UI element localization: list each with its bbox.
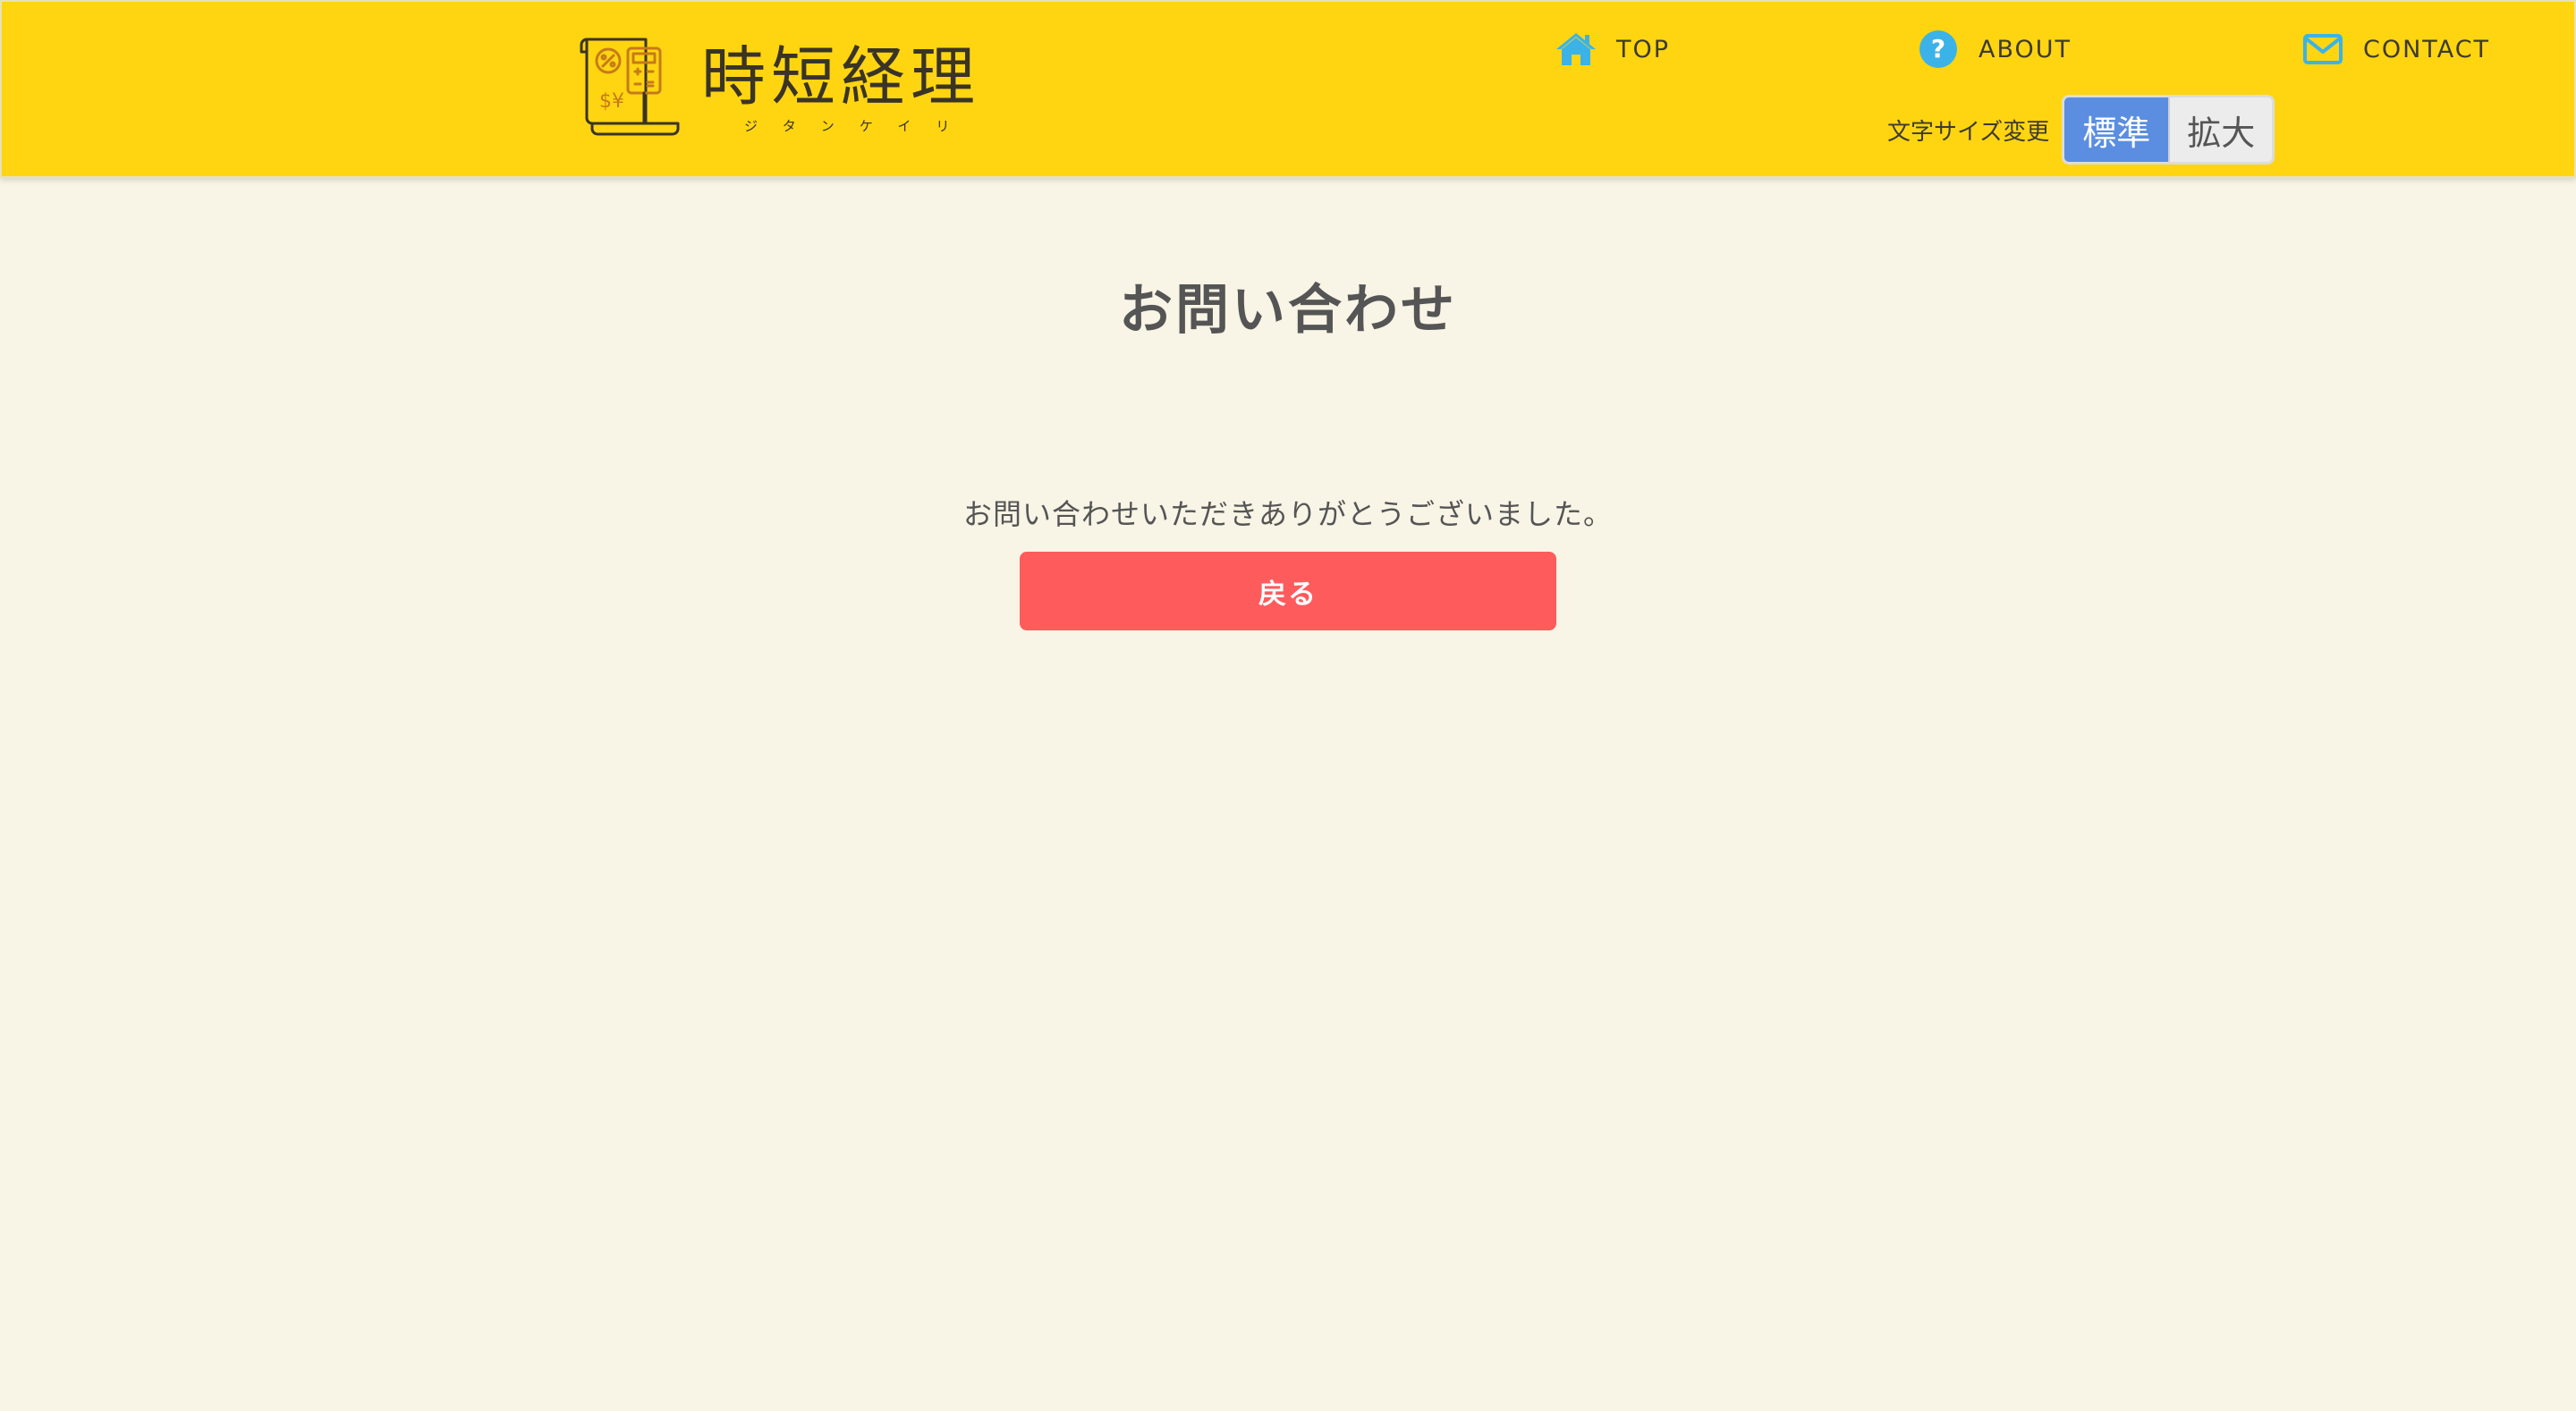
- font-size-label: 文字サイズ変更: [1887, 118, 2050, 146]
- site-header: $¥ 時短経理 ジタンケイリ TOP ? ABOUT CONTACT 文字サイズ…: [0, 0, 2576, 178]
- nav-top-link[interactable]: TOP: [1554, 27, 1670, 72]
- font-size-options: 標準 拡大: [2062, 95, 2275, 165]
- font-size-large-button[interactable]: 拡大: [2168, 97, 2273, 162]
- nav-contact-link[interactable]: CONTACT: [2301, 27, 2490, 72]
- receipt-calculator-logo-icon: $¥: [580, 38, 680, 136]
- logo-subtitle: ジタンケイリ: [744, 118, 975, 134]
- home-icon: [1554, 27, 1598, 72]
- logo-title: 時短経理: [701, 39, 981, 114]
- svg-text:$¥: $¥: [599, 90, 624, 113]
- site-logo[interactable]: $¥ 時短経理 ジタンケイリ: [578, 34, 980, 139]
- svg-text:?: ?: [1931, 34, 1945, 63]
- envelope-icon: [2301, 27, 2345, 72]
- page-title: お問い合わせ: [1119, 279, 1457, 342]
- font-size-switcher: 文字サイズ変更 標準 拡大: [1887, 95, 2275, 165]
- nav-about-label: ABOUT: [1979, 35, 2072, 63]
- question-circle-icon: ?: [1916, 27, 1961, 72]
- thank-you-message: お問い合わせいただきありがとうございました。: [962, 497, 1613, 531]
- nav-contact-label: CONTACT: [2363, 35, 2491, 63]
- back-button[interactable]: 戻る: [1020, 552, 1556, 630]
- nav-about-link[interactable]: ? ABOUT: [1916, 27, 2072, 72]
- nav-top-label: TOP: [1616, 35, 1671, 63]
- font-size-standard-button[interactable]: 標準: [2064, 97, 2169, 162]
